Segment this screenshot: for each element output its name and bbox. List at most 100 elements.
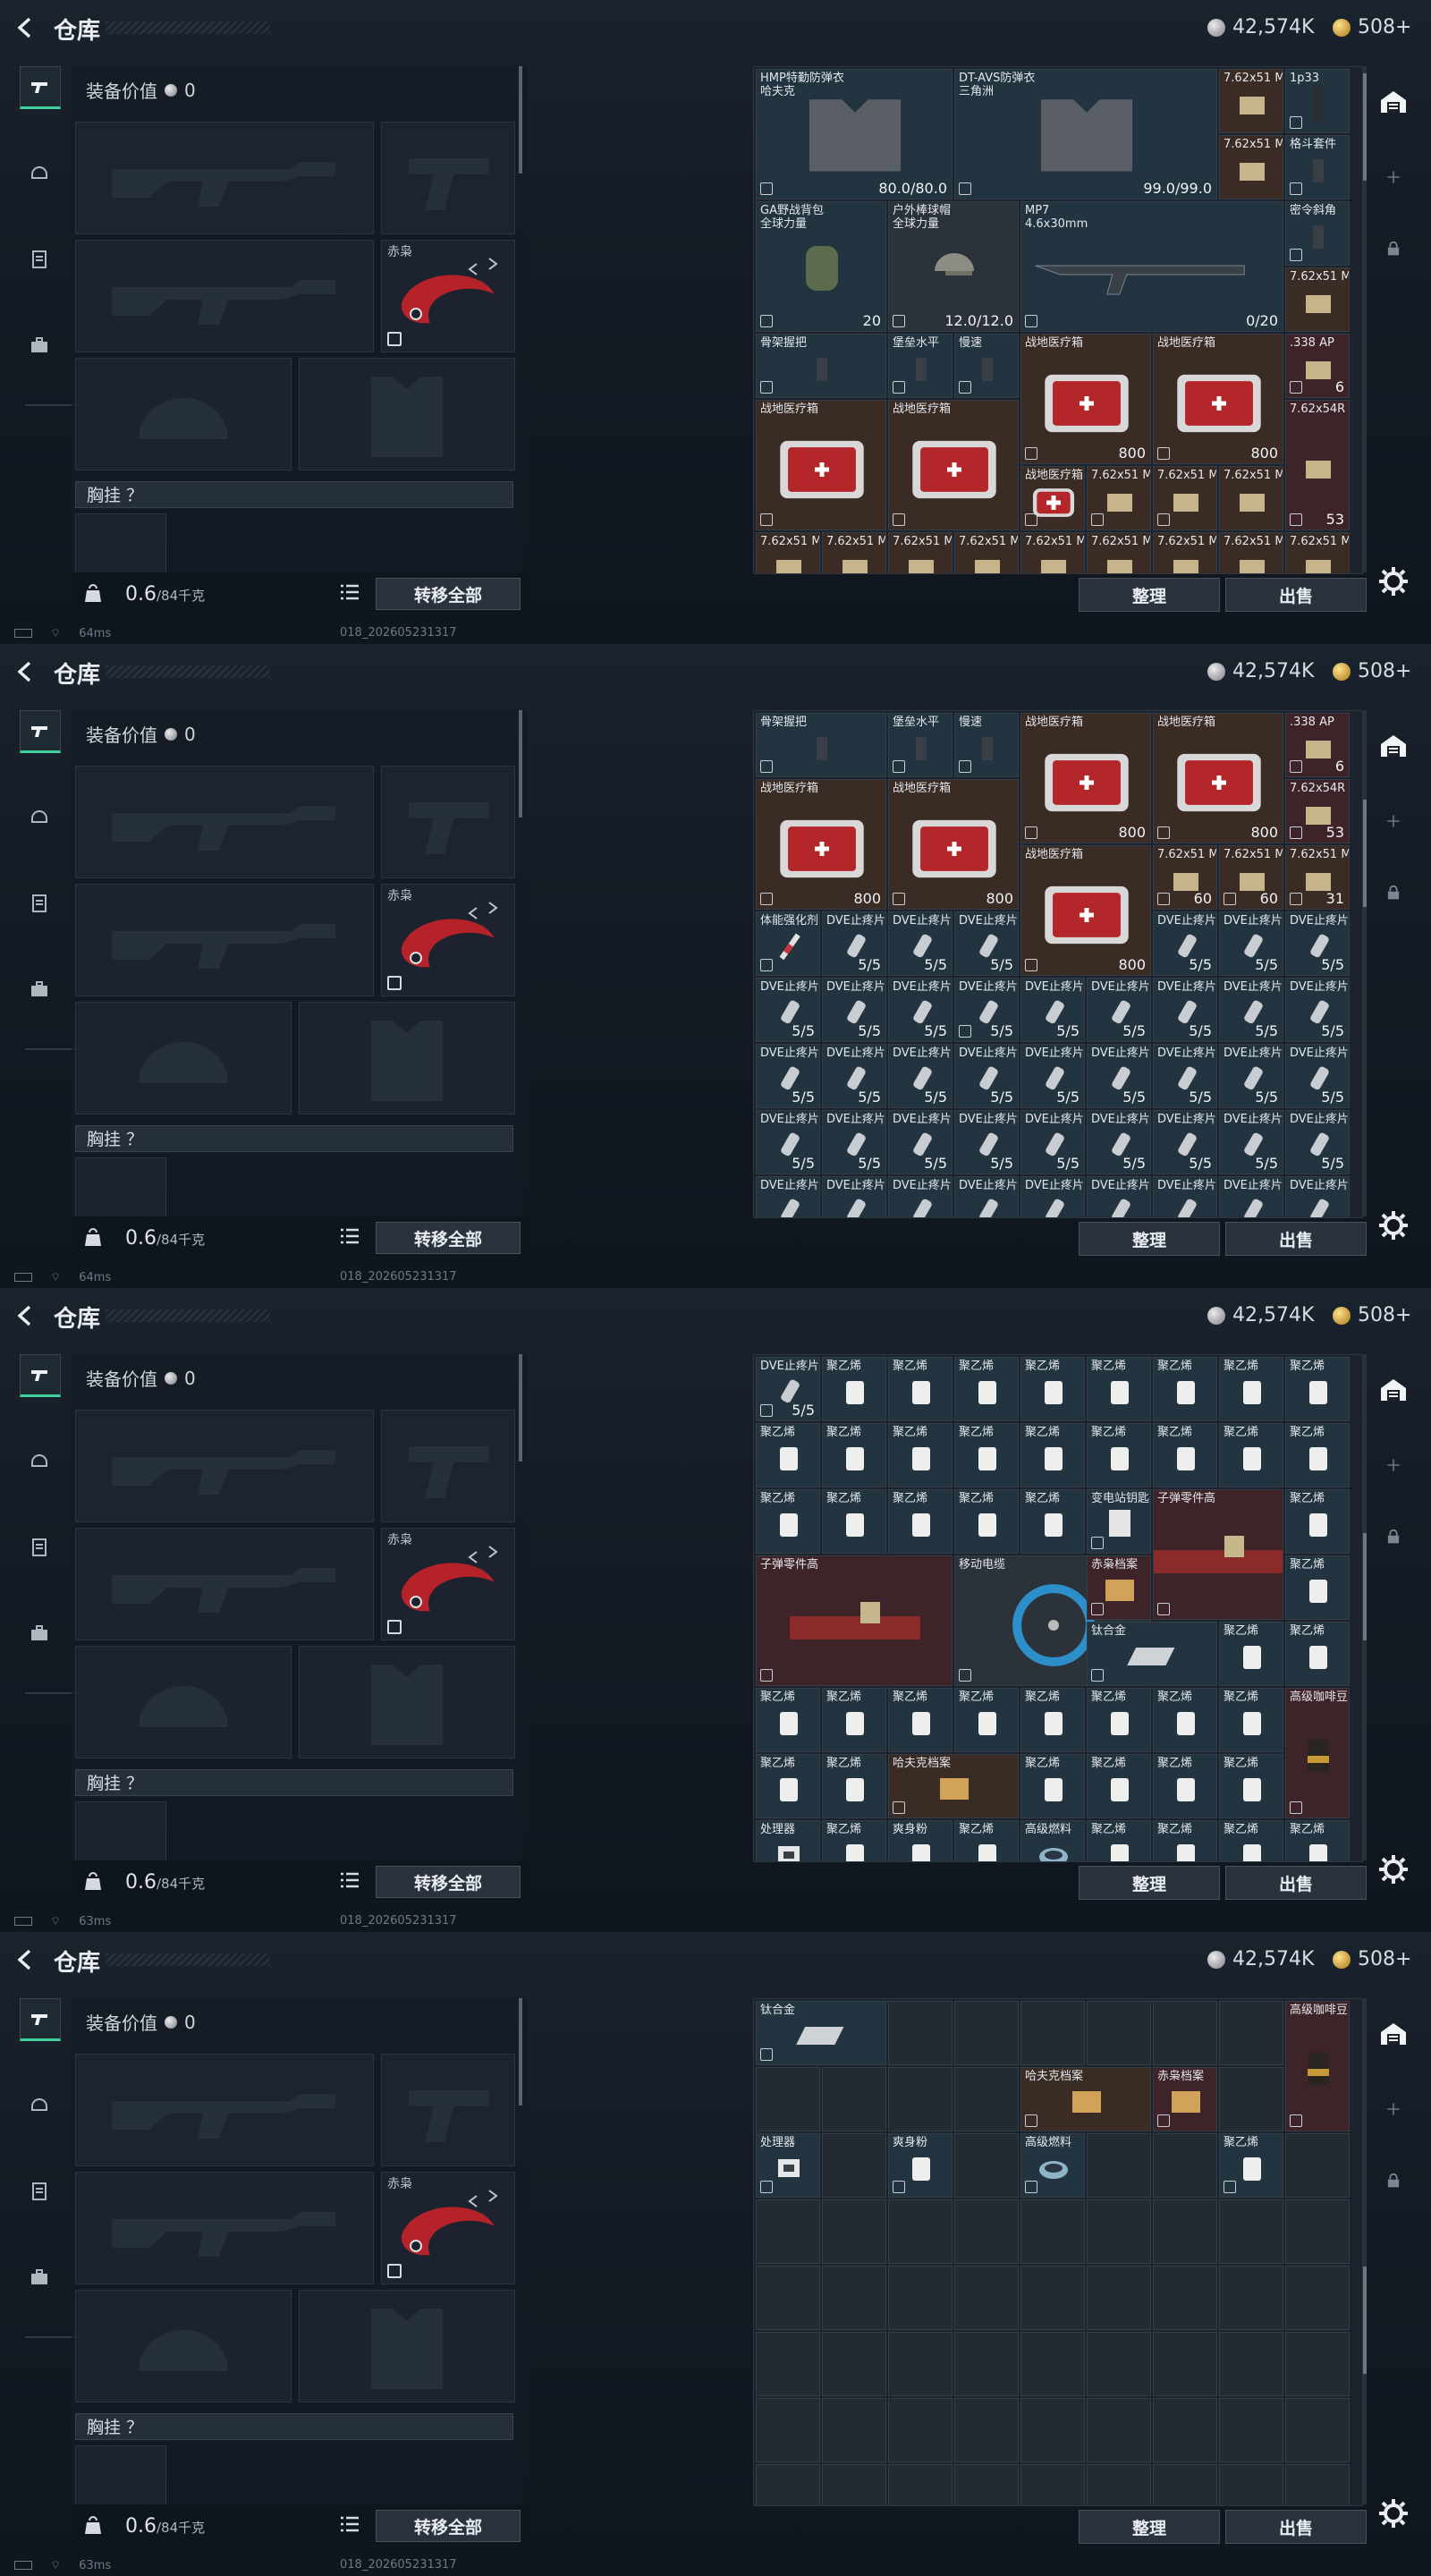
stash-scrollbar[interactable] [1363, 1998, 1367, 2504]
sort-button[interactable]: 整理 [1079, 2510, 1220, 2544]
locked-tab[interactable] [1377, 877, 1410, 909]
empty-cell[interactable] [1087, 2266, 1151, 2330]
stash-item[interactable]: 爽身粉 [888, 2133, 953, 2198]
stash-item[interactable]: 赤枭档案 [1153, 2067, 1217, 2131]
warehouse-tab[interactable] [1377, 730, 1410, 762]
equipment-scrollbar[interactable] [519, 1354, 522, 1462]
stash-item[interactable]: 战地医疗箱 [1020, 466, 1085, 530]
stash-item[interactable]: 聚乙烯 [1153, 1688, 1217, 1752]
add-tab-button[interactable] [1377, 161, 1410, 193]
stash-item[interactable]: 7.62x51 M61 [1219, 135, 1283, 199]
stash-item[interactable]: 1p33 [1285, 69, 1350, 133]
stash-item[interactable]: DVE止疼片5/5 [822, 911, 886, 976]
empty-cell[interactable] [1285, 2464, 1350, 2505]
chest-rig-slot[interactable] [75, 513, 166, 574]
stash-item[interactable]: 聚乙烯 [1219, 1688, 1283, 1752]
empty-cell[interactable] [1285, 2266, 1350, 2330]
empty-cell[interactable] [1153, 2332, 1217, 2396]
empty-cell[interactable] [756, 2067, 820, 2131]
empty-cell[interactable] [1285, 2133, 1350, 2198]
stash-item[interactable]: DVE止疼片5/5 [954, 1110, 1019, 1174]
empty-cell[interactable] [1285, 2332, 1350, 2396]
stash-item[interactable]: DVE止疼片5/5 [888, 1044, 953, 1108]
primary-weapon-slot[interactable] [75, 766, 374, 878]
stash-item[interactable]: DVE止疼片5/5 [756, 1176, 820, 1217]
stash-item[interactable]: DVE止疼片5/5 [822, 1044, 886, 1108]
add-tab-button[interactable] [1377, 805, 1410, 837]
stash-item[interactable]: 高级咖啡豆 [1285, 2001, 1350, 2131]
empty-cell[interactable] [1020, 2266, 1085, 2330]
stash-item[interactable]: 战地医疗箱 800 [756, 779, 886, 910]
stash-item[interactable]: 聚乙烯 [1020, 1423, 1085, 1487]
stash-item[interactable]: 聚乙烯 [1087, 1754, 1151, 1818]
stash-item[interactable]: DVE止疼片5/5 [1285, 1110, 1350, 1174]
transfer-all-button[interactable]: 转移全部 [376, 1222, 521, 1254]
armor-slot[interactable] [299, 1002, 515, 1114]
empty-cell[interactable] [822, 2199, 886, 2264]
stash-grid[interactable]: 骨架握把 堡垒水平 慢速 战地医疗箱 800 战地医疗箱 800.338 AP 6 7.62x5… [753, 710, 1363, 1218]
stash-item[interactable]: 7.62x51 M62 31 [1285, 845, 1350, 910]
primary-weapon-slot[interactable] [75, 2054, 374, 2166]
stash-scrollbar[interactable] [1363, 66, 1367, 572]
stash-item[interactable]: 钛合金 [756, 2001, 886, 2065]
stash-item[interactable]: DVE止疼片5/5 [954, 978, 1019, 1042]
settings-gear-icon[interactable] [1377, 2497, 1410, 2529]
stash-item[interactable]: 聚乙烯 [822, 1820, 886, 1861]
stash-item[interactable]: 聚乙烯 [1219, 1820, 1283, 1861]
stash-item[interactable]: 高级燃料 [1020, 1820, 1085, 1861]
stash-item[interactable]: DVE止疼片5/5 [954, 911, 1019, 976]
settings-gear-icon[interactable] [1377, 1209, 1410, 1241]
stash-item[interactable]: DVE止疼片5/5 [1219, 911, 1283, 976]
stash-item[interactable]: DVE止疼片5/5 [1020, 1176, 1085, 1217]
primary-weapon-slot[interactable] [75, 122, 374, 234]
list-icon[interactable] [340, 2515, 360, 2533]
stash-item[interactable]: DT-AVS防弹衣 三角洲 99.0/99.0 [954, 69, 1217, 199]
sort-button[interactable]: 整理 [1079, 1866, 1220, 1900]
stash-item[interactable]: DVE止疼片5/5 [1285, 911, 1350, 976]
stash-item[interactable]: 爽身粉 [888, 1820, 953, 1861]
empty-cell[interactable] [1087, 2464, 1151, 2505]
chest-rig-slot[interactable] [75, 1157, 166, 1218]
locked-tab[interactable] [1377, 2165, 1410, 2197]
empty-cell[interactable] [756, 2464, 820, 2505]
stash-item[interactable]: 哈夫克档案 [1020, 2067, 1151, 2131]
empty-cell[interactable] [1153, 2464, 1217, 2505]
warehouse-tab[interactable] [1377, 1374, 1410, 1406]
stash-item[interactable]: 格斗套件 [1285, 135, 1350, 199]
stash-item[interactable]: GA野战背包 全球力量 20 [756, 201, 886, 332]
stash-item[interactable]: 聚乙烯 [888, 1423, 953, 1487]
stash-item[interactable]: 7.62x54R SNB 53 [1285, 779, 1350, 843]
stash-item[interactable]: 聚乙烯 [1087, 1357, 1151, 1421]
tab-armor[interactable] [20, 2084, 59, 2123]
empty-cell[interactable] [1153, 2133, 1217, 2198]
stash-item[interactable]: 聚乙烯 [756, 1423, 820, 1487]
stash-item[interactable]: 聚乙烯 [1153, 1423, 1217, 1487]
empty-cell[interactable] [1219, 2001, 1283, 2065]
empty-cell[interactable] [1020, 2464, 1085, 2505]
empty-cell[interactable] [822, 2067, 886, 2131]
locked-tab[interactable] [1377, 233, 1410, 265]
stash-item[interactable]: DVE止疼片5/5 [1153, 1176, 1217, 1217]
stash-item[interactable]: DVE止疼片5/5 [1020, 1044, 1085, 1108]
stash-item[interactable]: 聚乙烯 [1087, 1688, 1151, 1752]
empty-cell[interactable] [888, 2398, 953, 2462]
sell-button[interactable]: 出售 [1225, 578, 1367, 612]
stash-item[interactable]: 聚乙烯 [822, 1754, 886, 1818]
stash-item[interactable]: 聚乙烯 [822, 1688, 886, 1752]
empty-cell[interactable] [1020, 2332, 1085, 2396]
stash-item[interactable]: 聚乙烯 [756, 1688, 820, 1752]
sell-button[interactable]: 出售 [1225, 1222, 1367, 1256]
empty-cell[interactable] [1285, 2398, 1350, 2462]
stash-item[interactable]: 子弹零件高 [1153, 1489, 1283, 1620]
empty-cell[interactable] [1219, 2067, 1283, 2131]
empty-cell[interactable] [1219, 2398, 1283, 2462]
armor-slot[interactable] [299, 358, 515, 470]
stash-item[interactable]: DVE止疼片5/5 [756, 978, 820, 1042]
tab-backpack[interactable] [20, 1614, 59, 1653]
stash-item[interactable]: 骨架握把 [756, 334, 886, 398]
stash-scroll-thumb[interactable] [1363, 800, 1367, 907]
stash-grid[interactable]: HMP特勤防弹衣 哈夫克 80.0/80.0 DT-AVS防弹衣 三角洲 99.0/99.… [753, 66, 1363, 574]
tab-rig[interactable] [20, 240, 59, 279]
helmet-slot[interactable] [75, 358, 292, 470]
armor-slot[interactable] [299, 2290, 515, 2402]
